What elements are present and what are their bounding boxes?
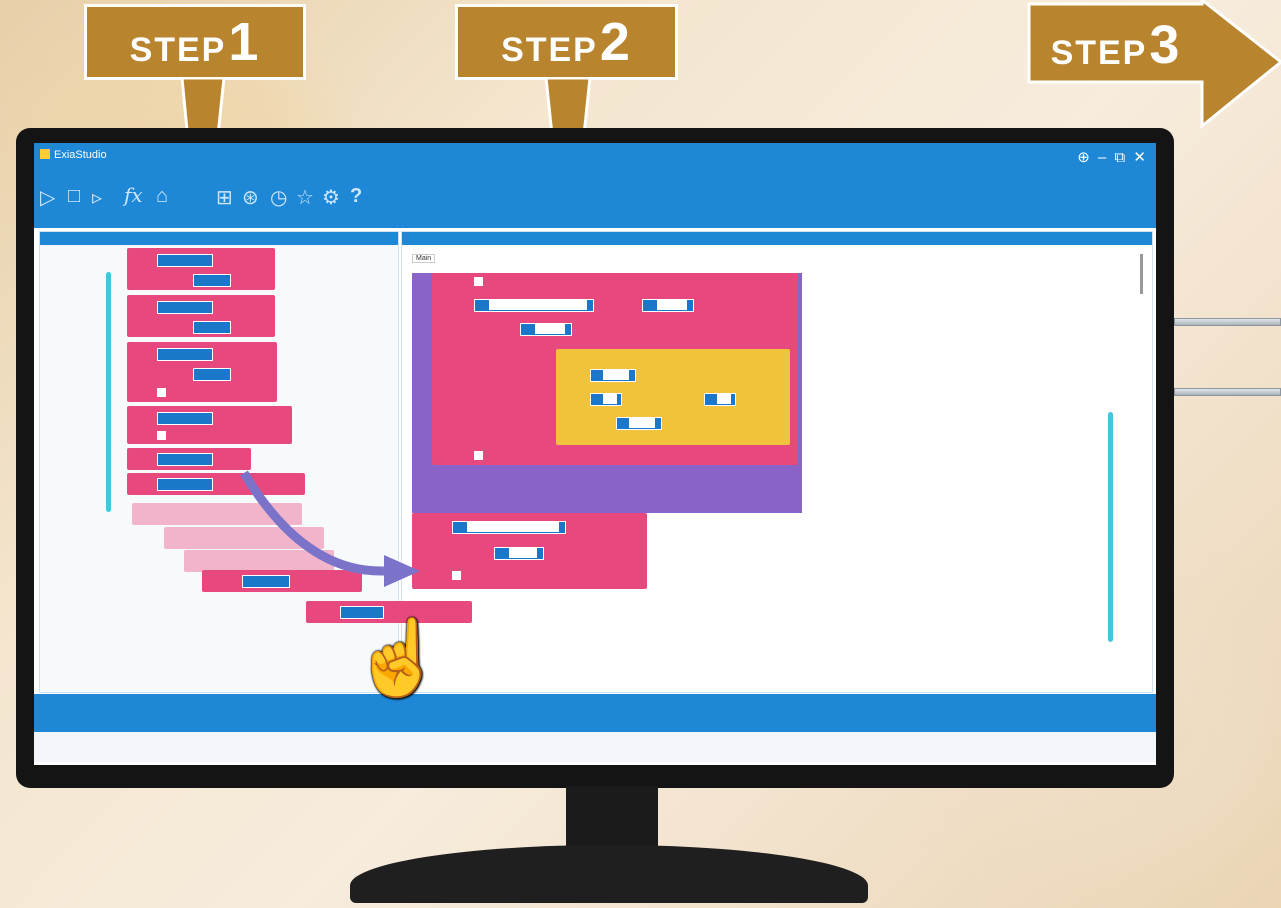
play-icon[interactable]: ▷ xyxy=(40,185,55,210)
tab-main[interactable]: Main xyxy=(412,254,436,263)
function-icon[interactable]: fx xyxy=(124,183,143,207)
toolbar: ▷ □ ▹ fx ⌂ ⊞ ⊛ ◷ ☆ ⚙ ? xyxy=(34,173,1156,228)
decorative-line xyxy=(1174,388,1281,396)
palette-block[interactable] xyxy=(127,342,277,402)
pane-header xyxy=(402,232,1152,245)
editor-scrollbar[interactable] xyxy=(1108,412,1113,642)
timer-icon[interactable]: ◷ xyxy=(270,185,287,210)
window-controls[interactable]: ⊕ – ⧉ ✕ xyxy=(1077,148,1148,166)
app-window: ExiaStudio ⊕ – ⧉ ✕ ▷ □ ▹ fx ⌂ ⊞ ⊛ ◷ ☆ ⚙ … xyxy=(34,143,1156,765)
step-1-callout: STEP 1 xyxy=(84,4,306,80)
pane-header xyxy=(40,232,398,245)
palette-block[interactable] xyxy=(127,406,292,444)
globe-icon[interactable]: ⊛ xyxy=(242,185,259,210)
step-word: STEP xyxy=(501,31,598,69)
monitor-stand-neck xyxy=(566,786,658,848)
title-bar: ExiaStudio ⊕ – ⧉ ✕ xyxy=(34,143,1156,173)
step-2-callout: STEP 2 xyxy=(455,4,678,80)
hand-pointer-icon: ☝ xyxy=(352,616,445,699)
palette-scrollbar[interactable] xyxy=(106,272,111,512)
star-icon[interactable]: ☆ xyxy=(296,185,314,210)
status-strip xyxy=(34,732,1156,762)
palette-block[interactable] xyxy=(127,448,251,470)
step-number: 2 xyxy=(599,12,632,72)
stop-icon[interactable]: □ xyxy=(68,185,80,208)
editor-scroll-thumb[interactable] xyxy=(1140,254,1143,294)
step-number: 1 xyxy=(228,12,261,72)
robot-icon[interactable]: ⌂ xyxy=(156,185,168,208)
palette-block[interactable] xyxy=(127,248,275,290)
drag-arrow xyxy=(240,470,420,587)
move-block[interactable] xyxy=(432,273,798,465)
step-icon[interactable]: ▹ xyxy=(92,185,102,210)
monitor-stand-base xyxy=(350,845,868,903)
parameter-block[interactable] xyxy=(556,349,790,445)
grid-icon[interactable]: ⊞ xyxy=(216,185,233,210)
console-header xyxy=(34,694,1156,732)
decorative-line xyxy=(1174,318,1281,326)
help-icon[interactable]: ? xyxy=(350,185,362,208)
palette-block[interactable] xyxy=(127,295,275,337)
step-number: 3 xyxy=(1149,15,1182,75)
step-word: STEP xyxy=(129,31,227,69)
app-logo-icon xyxy=(40,149,50,159)
gear-icon[interactable]: ⚙ xyxy=(322,185,340,210)
step-word: STEP xyxy=(1050,34,1148,72)
step-3-callout: STEP 3 xyxy=(1030,4,1202,80)
app-title: ExiaStudio xyxy=(54,149,107,161)
